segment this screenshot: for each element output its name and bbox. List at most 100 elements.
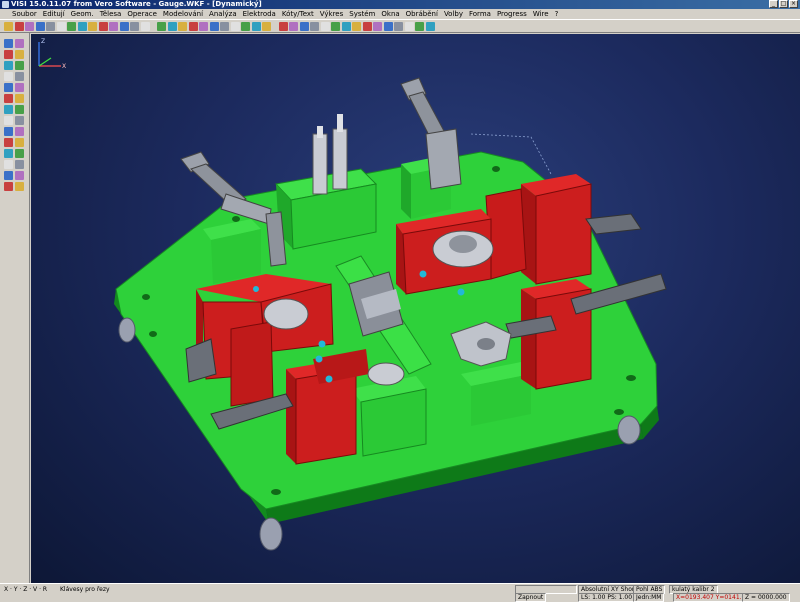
menu-item[interactable]: Progress — [494, 9, 530, 19]
toolbar-tool-icon[interactable] — [109, 22, 118, 31]
toolbar-tool-icon[interactable] — [383, 22, 393, 31]
menu-item[interactable]: Systém — [346, 9, 378, 19]
svg-text:X: X — [62, 63, 66, 70]
toolbar-tool-icon[interactable] — [199, 22, 208, 31]
left-tool-icon[interactable] — [15, 138, 24, 147]
toolbar-tool-icon[interactable] — [56, 22, 66, 31]
toolbar-tool-icon[interactable] — [320, 22, 330, 31]
menu-item[interactable]: Soubor — [0, 9, 40, 19]
toolbar-tool-icon[interactable] — [67, 22, 76, 31]
toolbar-tool-icon[interactable] — [35, 22, 45, 31]
left-tool-icon[interactable] — [15, 61, 24, 70]
app-icon[interactable] — [2, 1, 9, 8]
left-tool-icon[interactable] — [15, 72, 24, 81]
toolbar-tool-icon[interactable] — [362, 22, 372, 31]
toolbar-tool-icon[interactable] — [46, 22, 55, 31]
menu-item[interactable]: Operace — [124, 9, 160, 19]
toolbar-tool-icon[interactable] — [167, 22, 177, 31]
toolbar-tool-icon[interactable] — [209, 22, 219, 31]
left-tool-icon[interactable] — [15, 127, 24, 136]
menu-item[interactable]: Tělesa — [97, 9, 125, 19]
toolbar-tool-icon[interactable] — [98, 22, 108, 31]
menu-item[interactable]: Volby — [441, 9, 466, 19]
menu-item[interactable]: Editují — [40, 9, 68, 19]
toolbar-tool-icon[interactable] — [188, 22, 198, 31]
menu-item[interactable]: Geom. — [68, 9, 97, 19]
toolbar-tool-icon[interactable] — [4, 22, 13, 31]
toolbar-tool-icon[interactable] — [251, 22, 261, 31]
left-tool-icon[interactable] — [4, 50, 13, 59]
menu-item[interactable]: Forma — [466, 9, 494, 19]
toolbar-tool-icon[interactable] — [299, 22, 309, 31]
left-tool-icon[interactable] — [4, 61, 13, 70]
main-toolbar — [0, 19, 800, 33]
toolbar-tool-icon[interactable] — [130, 22, 139, 31]
toolbar-tool-icon[interactable] — [404, 22, 414, 31]
minimize-button[interactable]: _ — [769, 0, 778, 8]
toolbar-tool-icon[interactable] — [341, 22, 351, 31]
left-tool-icon[interactable] — [15, 116, 24, 125]
status-hint: Klávesy pro řezy — [60, 586, 110, 593]
left-tool-icon[interactable] — [4, 72, 13, 81]
menu-item[interactable]: Wire — [530, 9, 552, 19]
left-tool-icon[interactable] — [4, 127, 13, 136]
toolbar-tool-icon[interactable] — [352, 22, 361, 31]
menu-item[interactable]: Analýza — [206, 9, 240, 19]
left-tool-icon[interactable] — [15, 105, 24, 114]
toolbar-tool-icon[interactable] — [119, 22, 129, 31]
close-button[interactable]: × — [789, 0, 798, 8]
menu-item[interactable]: Okna — [378, 9, 402, 19]
left-tool-icon[interactable] — [15, 39, 24, 48]
menu-item[interactable]: Modelování — [160, 9, 206, 19]
toolbar-tool-icon[interactable] — [77, 22, 87, 31]
toggle-box[interactable]: Zapnout — [515, 593, 547, 602]
toolbar-tool-icon[interactable] — [331, 22, 340, 31]
menu-item[interactable]: Výkres — [317, 9, 346, 19]
menu-item[interactable]: Kóty/Text — [279, 9, 317, 19]
svg-text:Z: Z — [41, 38, 45, 45]
cad-viewport[interactable]: Z X — [31, 34, 800, 583]
maximize-button[interactable]: □ — [779, 0, 788, 8]
menu-bar: Soubor Editují Geom. Tělesa Operace Modelován… — [0, 9, 800, 19]
left-tool-icon[interactable] — [15, 83, 24, 92]
toolbar-tool-icon[interactable] — [289, 22, 298, 31]
toolbar-tool-icon[interactable] — [415, 22, 424, 31]
left-tool-icon[interactable] — [4, 160, 13, 169]
left-tool-icon[interactable] — [4, 138, 13, 147]
toolbar-tool-icon[interactable] — [425, 22, 435, 31]
toolbar-tool-icon[interactable] — [310, 22, 319, 31]
toolbar-tool-icon[interactable] — [25, 22, 34, 31]
toolbar-tool-icon[interactable] — [230, 22, 240, 31]
toolbar-tool-icon[interactable] — [14, 22, 24, 31]
toolbar-tool-icon[interactable] — [140, 22, 150, 31]
left-tool-icon[interactable] — [15, 171, 24, 180]
line-scale-box: LS: 1.00 PS: 1.00 — [578, 593, 636, 602]
toolbar-tool-icon[interactable] — [88, 22, 97, 31]
toolbar-tool-icon[interactable] — [394, 22, 403, 31]
toolbar-tool-icon[interactable] — [373, 22, 382, 31]
left-tool-icon[interactable] — [4, 105, 13, 114]
left-tool-icon[interactable] — [4, 116, 13, 125]
left-tool-icon[interactable] — [15, 160, 24, 169]
axis-keys: X · Y · Z · V · R — [4, 586, 48, 593]
toolbar-tool-icon[interactable] — [178, 22, 187, 31]
left-tool-icon[interactable] — [15, 94, 24, 103]
left-tool-icon[interactable] — [4, 149, 13, 158]
toolbar-tool-icon[interactable] — [220, 22, 229, 31]
toolbar-tool-icon[interactable] — [241, 22, 250, 31]
axis-triad-icon: Z X — [38, 38, 66, 70]
menu-item[interactable]: Obrábění — [403, 9, 441, 19]
left-tool-icon[interactable] — [4, 39, 13, 48]
menu-item[interactable]: ? — [552, 9, 562, 19]
left-tool-icon[interactable] — [4, 94, 13, 103]
left-tool-icon[interactable] — [4, 83, 13, 92]
left-tool-icon[interactable] — [15, 149, 24, 158]
toolbar-tool-icon[interactable] — [262, 22, 271, 31]
left-tool-icon[interactable] — [15, 50, 24, 59]
left-tool-icon[interactable] — [4, 182, 13, 191]
left-tool-icon[interactable] — [4, 171, 13, 180]
menu-item[interactable]: Elektroda — [240, 9, 279, 19]
toolbar-tool-icon[interactable] — [157, 22, 166, 31]
left-tool-icon[interactable] — [15, 182, 24, 191]
toolbar-tool-icon[interactable] — [278, 22, 288, 31]
